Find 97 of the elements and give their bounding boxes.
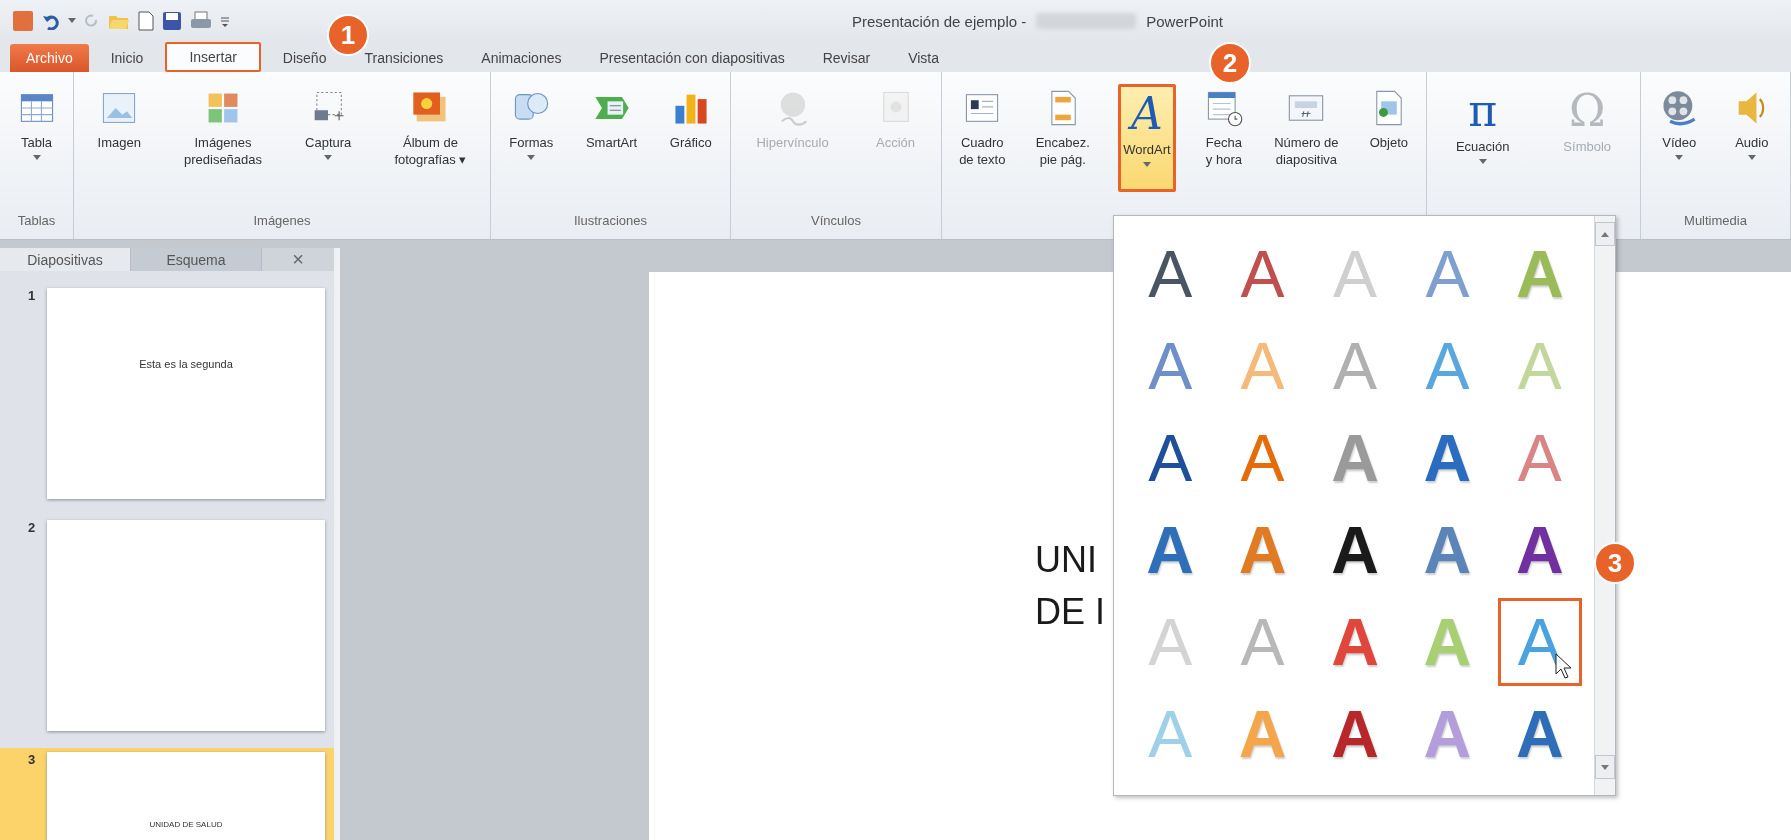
wordart-letter: A (1423, 699, 1472, 769)
wordart-letter: A (1240, 239, 1285, 309)
wordart-letter: A (1331, 607, 1379, 677)
wordart-style[interactable]: A (1405, 414, 1490, 502)
wordart-style[interactable]: A (1312, 598, 1398, 686)
close-button[interactable]: × (262, 248, 334, 271)
slide-thumbnail[interactable]: Esta es la segunda (47, 288, 325, 499)
wordart-letter: A (1148, 331, 1193, 401)
thumbnail-text: UNIDAD DE SALUD (149, 820, 223, 829)
wordart-letter: A (1331, 699, 1379, 769)
wordart-style[interactable]: A (1497, 506, 1582, 594)
wordart-letter: A (1423, 607, 1472, 677)
ribbon-button[interactable]: Encabez. pie pág. (1033, 84, 1092, 192)
ribbon-button[interactable]: Tabla (14, 84, 59, 192)
ribbon-button[interactable]: π Ecuación (1453, 84, 1512, 192)
wordart-letter: A (1238, 515, 1287, 585)
wordart-letter: A (1515, 699, 1564, 769)
panel-tab[interactable]: Diapositivas (0, 248, 131, 271)
document-icon[interactable] (138, 11, 154, 31)
ribbon-button[interactable]: Objeto (1366, 84, 1411, 192)
ribbon-button[interactable]: SmartArt (583, 84, 640, 192)
slide-text: UNI (1035, 538, 1097, 582)
ribbon-button[interactable]: Captura (303, 84, 354, 192)
slide-thumbnail[interactable]: UNIDAD DE SALUD (47, 752, 325, 840)
undo-icon[interactable] (42, 12, 60, 30)
ribbon-button[interactable]: Gráfico (667, 84, 714, 192)
wordart-style[interactable]: A (1405, 506, 1490, 594)
wordart-letter: A (1146, 515, 1195, 585)
slide-thumbnail-row[interactable]: 1 Esta es la segunda (0, 284, 334, 503)
wordart-letter: A (1240, 423, 1285, 493)
group-label: Multimedia (1684, 213, 1747, 230)
ribbon-button[interactable]: Fecha y hora (1201, 84, 1246, 192)
wordart-letter: A (1332, 331, 1377, 401)
wordart-letter: A (1148, 239, 1193, 309)
group-label: Ilustraciones (574, 213, 647, 230)
app-icon[interactable] (12, 10, 34, 32)
ribbon-button[interactable]: Número de diapositiva (1272, 84, 1341, 192)
ribbon-button[interactable]: Imagen (95, 84, 143, 192)
scroll-down-button[interactable] (1595, 755, 1615, 779)
scroll-up-button[interactable] (1595, 222, 1615, 246)
slide-number: 1 (27, 288, 37, 305)
group-label: Imágenes (253, 213, 311, 230)
slide-thumbnail-row[interactable]: 2 (0, 516, 334, 735)
caret-icon[interactable] (68, 18, 76, 24)
window-title: Presentación de ejemplo - (852, 12, 1027, 30)
app-name: PowerPoint (1146, 12, 1223, 30)
slide-thumbnail-row[interactable]: 3 UNIDAD DE SALUD (0, 748, 334, 840)
slide-text: DE I (1035, 590, 1105, 634)
ribbon-tab[interactable]: Insertar (165, 42, 261, 72)
slide-number: 2 (27, 520, 37, 537)
wordart-letter: A (1517, 423, 1562, 493)
wordart-style[interactable]: A (1128, 506, 1213, 594)
wordart-style[interactable]: A (1312, 690, 1398, 778)
ribbon-button[interactable]: Cuadro de texto (957, 84, 1008, 192)
slide-number: 3 (27, 752, 37, 769)
printer-icon[interactable] (190, 11, 212, 31)
ribbon-tab[interactable]: Inicio (94, 44, 160, 72)
wordart-style[interactable]: A (1128, 230, 1213, 318)
down-arrow-icon (1601, 764, 1609, 770)
ribbon-button[interactable]: Audio (1729, 84, 1774, 192)
group-label: Tablas (17, 213, 56, 230)
ribbon-tab[interactable]: Revisar (806, 44, 887, 72)
wordart-letter: A (1240, 607, 1285, 677)
ribbon-tab[interactable]: Animaciones (465, 44, 578, 72)
ribbon-button[interactable]: Álbum de fotografías ▾ (392, 84, 469, 192)
customize-menu-icon[interactable] (220, 14, 230, 28)
save-icon[interactable] (162, 11, 182, 31)
wordart-letter: A (1240, 331, 1285, 401)
ribbon-tab[interactable]: Presentación con diapositivas (583, 44, 801, 72)
group-label: Vínculos (811, 213, 861, 230)
wordart-letter: A (1425, 331, 1470, 401)
wordart-style[interactable]: A (1312, 506, 1398, 594)
wordart-letter: A (1515, 515, 1564, 585)
thumbnail-text: Esta es la segunda (139, 357, 233, 370)
wordart-letter: A (1331, 515, 1379, 585)
wordart-letter: A (1148, 423, 1193, 493)
ribbon-button[interactable]: Formas (507, 84, 556, 192)
wordart-letter: A (1331, 423, 1379, 493)
ribbon-button[interactable]: Imágenes prediseñadas (181, 84, 265, 192)
ribbon-tab[interactable]: Vista (892, 44, 956, 72)
ribbon-button[interactable]: Vídeo (1657, 84, 1702, 192)
ribbon-button[interactable]: A WordArt (1118, 84, 1176, 192)
wordart-letter: A (1423, 515, 1472, 585)
symbol-icon: Ω (1568, 88, 1606, 132)
wordart-style[interactable]: A (1220, 230, 1305, 318)
wordart-letter: A (1515, 239, 1564, 309)
wordart-letter: A (1423, 423, 1472, 493)
wordart-letter: A (1425, 239, 1470, 309)
slide-thumbnail[interactable] (47, 520, 325, 731)
up-arrow-icon (1601, 231, 1609, 237)
wordart-style[interactable]: A (1128, 414, 1213, 502)
symbol-icon: π (1468, 88, 1498, 132)
wordart-letter: A (1148, 699, 1193, 769)
wordart-style[interactable]: A (1497, 690, 1582, 778)
wordart-letter: A (1517, 331, 1562, 401)
wordart-letter: A (1238, 699, 1287, 769)
panel-tab[interactable]: Esquema (131, 248, 262, 271)
